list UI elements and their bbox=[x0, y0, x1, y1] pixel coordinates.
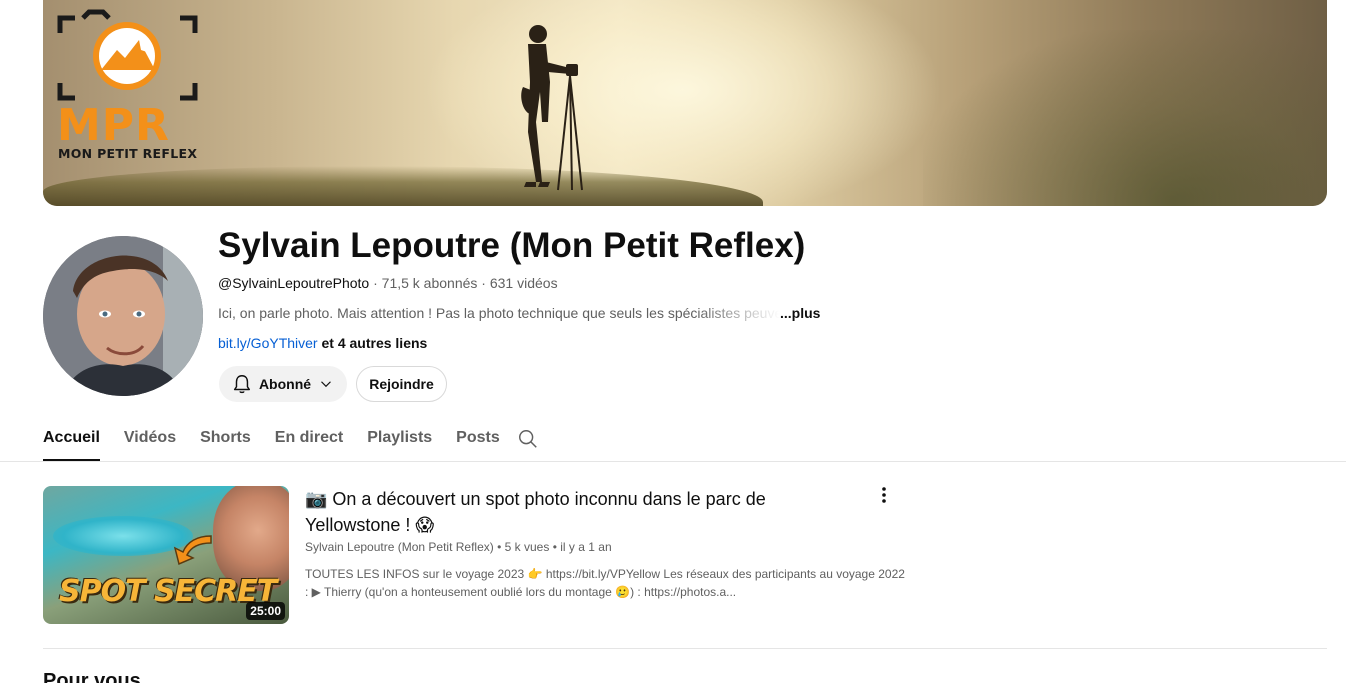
video-count: 631 vidéos bbox=[489, 275, 558, 291]
other-links[interactable]: et 4 autres liens bbox=[321, 335, 427, 351]
arrow-icon bbox=[173, 535, 212, 566]
tab-live[interactable]: En direct bbox=[275, 418, 343, 461]
video-meta: Sylvain Lepoutre (Mon Petit Reflex) • 5 … bbox=[305, 540, 612, 554]
join-button[interactable]: Rejoindre bbox=[356, 366, 447, 402]
channel-links: bit.ly/GoYThiver et 4 autres liens bbox=[218, 335, 427, 351]
meta-separator: · bbox=[481, 275, 490, 291]
video-description: TOUTES LES INFOS sur le voyage 2023 👉 ht… bbox=[305, 567, 905, 599]
tabs-divider bbox=[0, 461, 1346, 462]
description-text: Ici, on parle photo. Mais attention ! Pa… bbox=[218, 305, 780, 321]
meta-separator: • bbox=[497, 540, 505, 554]
search-icon[interactable] bbox=[517, 428, 539, 450]
tab-videos[interactable]: Vidéos bbox=[124, 418, 176, 461]
meta-separator: · bbox=[373, 275, 382, 291]
more-link[interactable]: ...plus bbox=[780, 305, 820, 321]
bell-icon bbox=[233, 375, 251, 394]
tab-playlists[interactable]: Playlists bbox=[367, 418, 432, 461]
avatar-portrait bbox=[43, 236, 203, 396]
channel-handle[interactable]: @SylvainLepoutrePhoto bbox=[218, 275, 369, 291]
photographer-silhouette bbox=[521, 25, 583, 191]
more-vert-icon[interactable] bbox=[874, 485, 894, 505]
logo-text: MPR bbox=[57, 100, 170, 151]
video-views: 5 k vues bbox=[504, 540, 550, 554]
tab-home[interactable]: Accueil bbox=[43, 418, 100, 461]
video-title[interactable]: 📷 On a découvert un spot photo inconnu d… bbox=[305, 486, 825, 538]
channel-tabs: Accueil Vidéos Shorts En direct Playlist… bbox=[43, 418, 524, 462]
subscribed-label: Abonné bbox=[258, 376, 312, 392]
thumbnail-text: SPOT SECRET bbox=[59, 574, 277, 609]
tab-shorts[interactable]: Shorts bbox=[200, 418, 251, 461]
channel-description[interactable]: Ici, on parle photo. Mais attention ! Pa… bbox=[218, 305, 820, 321]
chevron-down-icon bbox=[321, 381, 331, 388]
logo-subtitle: MON PETIT REFLEX bbox=[58, 146, 198, 161]
channel-avatar[interactable] bbox=[43, 236, 203, 396]
section-divider bbox=[43, 648, 1327, 649]
banner-hills bbox=[923, 30, 1327, 206]
channel-link[interactable]: bit.ly/GoYThiver bbox=[218, 335, 318, 351]
channel-banner: MPR MON PETIT REFLEX bbox=[43, 0, 1327, 206]
tab-posts[interactable]: Posts bbox=[456, 418, 500, 461]
video-age: il y a 1 an bbox=[560, 540, 612, 554]
section-title: Pour vous bbox=[43, 670, 141, 683]
subscribed-button[interactable]: Abonné bbox=[219, 366, 347, 402]
channel-title: Sylvain Lepoutre (Mon Petit Reflex) bbox=[218, 226, 806, 265]
video-thumbnail[interactable]: SPOT SECRET 25:00 bbox=[43, 486, 289, 624]
camera-frame-icon bbox=[57, 9, 198, 101]
video-channel[interactable]: Sylvain Lepoutre (Mon Petit Reflex) bbox=[305, 540, 494, 554]
subscriber-count: 71,5 k abonnés bbox=[381, 275, 478, 291]
video-duration: 25:00 bbox=[246, 602, 285, 620]
channel-meta: @SylvainLepoutrePhoto · 71,5 k abonnés ·… bbox=[218, 275, 558, 291]
